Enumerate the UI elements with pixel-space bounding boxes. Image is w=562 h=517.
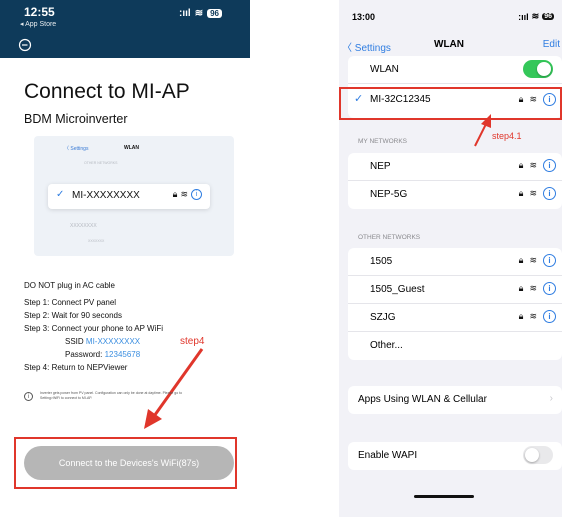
wlan-toggle[interactable] [523, 60, 553, 78]
network-name: 1505 [370, 256, 393, 267]
section-header: MY NETWORKS [358, 138, 407, 145]
status-time: 13:00 [352, 12, 376, 22]
lock-icon: 🔒︎ [518, 311, 524, 321]
other-networks-group: 1505 🔒︎ ≋ i 1505_Guest 🔒︎ ≋ i SZJG 🔒︎ ≋ i Othe… [348, 248, 562, 360]
password-value: 12345678 [104, 350, 141, 359]
network-row[interactable]: SZJG 🔒︎ ≋ i [348, 304, 562, 332]
other-network-label: Other... [370, 340, 403, 351]
ssid-value: MI-XXXXXXXX [85, 337, 141, 346]
page-title: Connect to MI-AP [24, 80, 190, 103]
apps-wlan-group: Apps Using WLAN & Cellular › [348, 386, 562, 414]
other-network-row[interactable]: Other... [348, 332, 562, 360]
info-icon[interactable]: i [543, 310, 556, 323]
annotation-arrow [144, 348, 204, 429]
step-2: Step 2: Wait for 90 seconds [24, 311, 122, 320]
info-icon[interactable]: i [543, 282, 556, 295]
my-networks-group: NEP 🔒︎ ≋ i NEP-5G 🔒︎ ≋ i [348, 153, 562, 209]
chevron-right-icon: › [549, 393, 553, 404]
ac-warning: DO NOT plug in AC cable [24, 281, 116, 290]
wifi-settings-illustration: 〈 Settings WLAN OTHER NETWORKS ✓ MI-XXXX… [34, 136, 234, 256]
network-row[interactable]: 1505_Guest 🔒︎ ≋ i [348, 276, 562, 304]
page-subtitle: BDM Microinverter [24, 112, 128, 126]
wapi-row: Enable WAPI [348, 442, 562, 470]
network-row[interactable]: NEP-5G 🔒︎ ≋ i [348, 181, 562, 209]
daytime-note: Inverter gets power from PV panel. Confi… [40, 391, 183, 400]
mock-network-card: ✓ MI-XXXXXXXX 🔒︎ ≋ i [48, 184, 210, 209]
apps-wlan-label: Apps Using WLAN & Cellular [358, 394, 487, 405]
apps-wlan-row[interactable]: Apps Using WLAN & Cellular › [348, 386, 562, 414]
info-icon[interactable]: i [543, 254, 556, 267]
info-icon: i [24, 392, 33, 401]
home-indicator [414, 495, 474, 498]
wifi-icon: ≋ [194, 8, 204, 19]
step-3: Step 3: Connect your phone to AP WiFi [24, 324, 164, 333]
network-row[interactable]: NEP 🔒︎ ≋ i [348, 153, 562, 181]
wifi-icon: ≋ [529, 188, 537, 198]
nav-title: WLAN [434, 39, 464, 50]
battery-icon: 96 [542, 13, 554, 20]
info-icon[interactable]: i [543, 187, 556, 200]
ssid-label: SSID [65, 337, 84, 346]
check-icon: ✓ [56, 189, 65, 200]
network-name: NEP [370, 161, 391, 172]
lock-icon: 🔒︎ [518, 283, 524, 293]
section-header: OTHER NETWORKS [358, 234, 421, 241]
mock-back-link: 〈 Settings [64, 146, 89, 152]
lock-icon: 🔒︎ [172, 189, 178, 199]
lock-icon: 🔒︎ [518, 188, 524, 198]
password-label: Password: [65, 350, 103, 359]
wapi-label: Enable WAPI [358, 450, 418, 461]
status-bar: 12:55 ◂ App Store :ııl ≋ 96 [0, 0, 250, 58]
edit-button[interactable]: Edit [543, 39, 560, 50]
wifi-icon: ≋ [531, 11, 540, 21]
annotation-highlight-box [339, 87, 562, 120]
info-icon[interactable]: i [543, 159, 556, 172]
status-time: 12:55 [24, 5, 55, 19]
wifi-icon: ≋ [529, 311, 537, 321]
wifi-icon: ≋ [529, 255, 537, 265]
connect-wifi-button[interactable]: Connect to the Devices's WiFi(87s) [24, 446, 234, 480]
system-icons: :ııl ≋ 96 [179, 8, 222, 19]
exit-icon[interactable] [18, 38, 32, 52]
wlan-label: WLAN [370, 64, 399, 75]
network-name: SZJG [370, 312, 396, 323]
settings-back-button[interactable]: 〈 Settings [342, 39, 391, 54]
signal-icon: :ııl [179, 8, 191, 19]
network-name: 1505_Guest [370, 284, 425, 295]
right-phone-screen: 13:00 :ııl ≋ 96 〈 Settings WLAN Edit WLA… [339, 0, 562, 517]
left-phone-screen: 12:55 ◂ App Store :ııl ≋ 96 Connect to M… [0, 0, 250, 517]
lock-icon: 🔒︎ [518, 255, 524, 265]
password-line: Password: 12345678 [65, 350, 140, 359]
back-to-app-store-link[interactable]: ◂ App Store [20, 20, 56, 28]
network-name: NEP-5G [370, 189, 408, 200]
mock-network-name: MI-XXXXXXXX [72, 190, 140, 201]
mock-section-header: OTHER NETWORKS [84, 161, 118, 165]
ssid-line: SSID MI-XXXXXXXX [65, 337, 140, 346]
step-1: Step 1: Connect PV panel [24, 298, 117, 307]
wifi-icon: ≋ [529, 283, 537, 293]
system-icons: :ııl ≋ 96 [518, 11, 554, 22]
wapi-toggle[interactable] [523, 446, 553, 464]
mock-blurred-network: XXXXXXXX [70, 223, 97, 229]
mock-title: WLAN [124, 145, 139, 151]
info-icon: i [191, 189, 202, 200]
battery-icon: 96 [207, 9, 222, 18]
wapi-group: Enable WAPI [348, 442, 562, 470]
step-4: Step 4: Return to NEPViewer [24, 363, 128, 372]
signal-icon: :ııl [518, 11, 529, 22]
wlan-toggle-row: WLAN [348, 56, 562, 84]
wifi-icon: ≋ [180, 189, 188, 199]
annotation-arrow [474, 114, 491, 147]
network-row[interactable]: 1505 🔒︎ ≋ i [348, 248, 562, 276]
mock-blurred-network: XXXXXXX [88, 239, 105, 243]
wifi-icon: ≋ [529, 160, 537, 170]
lock-icon: 🔒︎ [518, 160, 524, 170]
